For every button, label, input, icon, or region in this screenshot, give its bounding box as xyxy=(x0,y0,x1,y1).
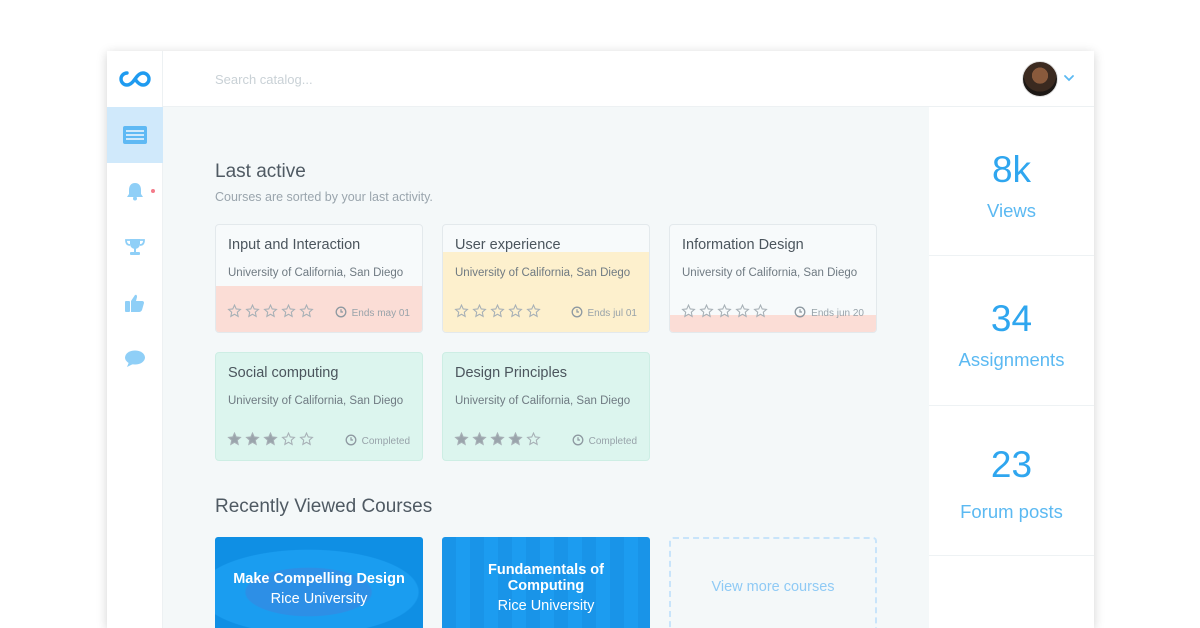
clock-icon xyxy=(335,306,347,321)
star-empty-icon[interactable] xyxy=(281,304,296,318)
clock-icon xyxy=(571,306,583,321)
course-title: Design Principles xyxy=(455,365,568,381)
star-empty-icon[interactable] xyxy=(735,304,750,318)
course-tile[interactable]: Fundamentals of Computing Rice Universit… xyxy=(442,537,650,628)
star-filled-icon[interactable] xyxy=(263,432,278,446)
clock-icon xyxy=(572,434,584,449)
rating-stars[interactable] xyxy=(227,304,314,318)
sidebar-item-notifications[interactable] xyxy=(107,163,163,219)
stat-label: Assignments xyxy=(958,349,1065,370)
clock-icon xyxy=(345,434,357,449)
course-title: Input and Interaction xyxy=(228,237,361,253)
star-empty-icon[interactable] xyxy=(526,432,541,446)
course-tile-university: Rice University xyxy=(270,591,368,607)
star-filled-icon[interactable] xyxy=(245,432,260,446)
sidebar-item-messages[interactable] xyxy=(107,331,163,387)
course-university: University of California, San Diego xyxy=(455,267,631,279)
star-empty-icon[interactable] xyxy=(526,304,541,318)
stat-value: 23 xyxy=(990,444,1033,485)
bell-icon xyxy=(127,183,143,201)
star-empty-icon[interactable] xyxy=(717,304,732,318)
course-tile-university: Rice University xyxy=(497,598,595,614)
star-filled-icon[interactable] xyxy=(508,432,523,446)
star-empty-icon[interactable] xyxy=(299,432,314,446)
star-empty-icon[interactable] xyxy=(490,304,505,318)
course-university: University of California, San Diego xyxy=(682,267,858,279)
recently-viewed-title: Recently Viewed Courses xyxy=(215,496,433,517)
course-university: University of California, San Diego xyxy=(228,267,404,279)
last-active-title: Last active xyxy=(215,161,306,182)
catalog-icon xyxy=(123,126,147,144)
stats-panel: 8k Views 34 Assignments 23 Forum posts xyxy=(929,107,1094,628)
course-tile[interactable]: Make Compelling Design Rice University xyxy=(215,537,423,628)
star-empty-icon[interactable] xyxy=(699,304,714,318)
chat-icon xyxy=(125,350,145,367)
star-empty-icon[interactable] xyxy=(454,304,469,318)
thumbs-up-icon xyxy=(125,294,144,312)
rating-stars[interactable] xyxy=(227,432,314,446)
star-empty-icon[interactable] xyxy=(281,432,296,446)
star-empty-icon[interactable] xyxy=(508,304,523,318)
course-status: Ends may 01 xyxy=(335,306,410,321)
last-active-subtitle: Courses are sorted by your last activity… xyxy=(215,190,433,204)
star-empty-icon[interactable] xyxy=(299,304,314,318)
course-title: User experience xyxy=(455,237,561,253)
top-bar xyxy=(163,51,1094,107)
star-filled-icon[interactable] xyxy=(454,432,469,446)
chevron-down-icon[interactable] xyxy=(1062,71,1076,85)
star-filled-icon[interactable] xyxy=(472,432,487,446)
view-more-courses-button[interactable]: View more courses xyxy=(669,537,877,628)
clock-icon xyxy=(794,306,806,321)
star-empty-icon[interactable] xyxy=(753,304,768,318)
star-filled-icon[interactable] xyxy=(227,432,242,446)
course-card[interactable]: User experience University of California… xyxy=(442,224,650,333)
stat-forum-posts: 23 Forum posts xyxy=(929,407,1094,556)
course-card[interactable]: Design Principles University of Californ… xyxy=(442,352,650,461)
course-title: Information Design xyxy=(682,237,804,253)
stat-value: 34 xyxy=(990,298,1033,339)
course-tile-title: Make Compelling Design xyxy=(233,571,405,587)
star-empty-icon[interactable] xyxy=(263,304,278,318)
star-filled-icon[interactable] xyxy=(490,432,505,446)
rating-stars[interactable] xyxy=(681,304,768,318)
course-card[interactable]: Social computing University of Californi… xyxy=(215,352,423,461)
avatar[interactable] xyxy=(1022,61,1058,97)
course-status: Completed xyxy=(572,434,637,449)
stat-views: 8k Views xyxy=(929,107,1094,256)
sidebar xyxy=(107,51,163,628)
main-content: Last active Courses are sorted by your l… xyxy=(163,107,929,628)
stat-value: 8k xyxy=(991,149,1032,190)
sidebar-item-achievements[interactable] xyxy=(107,219,163,275)
course-university: University of California, San Diego xyxy=(228,395,404,407)
logo-icon[interactable] xyxy=(117,69,153,89)
course-tile-title: Fundamentals of Computing xyxy=(487,562,604,594)
course-card[interactable]: Information Design University of Califor… xyxy=(669,224,877,333)
course-title: Social computing xyxy=(228,365,339,381)
rating-stars[interactable] xyxy=(454,304,541,318)
star-empty-icon[interactable] xyxy=(472,304,487,318)
course-status: Completed xyxy=(345,434,410,449)
sidebar-item-likes[interactable] xyxy=(107,275,163,331)
rating-stars[interactable] xyxy=(454,432,541,446)
stat-assignments: 34 Assignments xyxy=(929,257,1094,406)
star-empty-icon[interactable] xyxy=(681,304,696,318)
trophy-icon xyxy=(125,239,145,255)
course-status: Ends jun 20 xyxy=(794,306,864,321)
stat-label: Views xyxy=(986,200,1036,221)
star-empty-icon[interactable] xyxy=(245,304,260,318)
course-status: Ends jul 01 xyxy=(571,306,637,321)
sidebar-item-catalog[interactable] xyxy=(107,107,163,163)
notification-dot xyxy=(151,189,155,193)
course-card[interactable]: Input and Interaction University of Cali… xyxy=(215,224,423,333)
star-empty-icon[interactable] xyxy=(227,304,242,318)
course-university: University of California, San Diego xyxy=(455,395,631,407)
app-window: Last active Courses are sorted by your l… xyxy=(107,51,1094,628)
search-input[interactable] xyxy=(215,69,515,89)
stat-label: Forum posts xyxy=(960,501,1063,522)
